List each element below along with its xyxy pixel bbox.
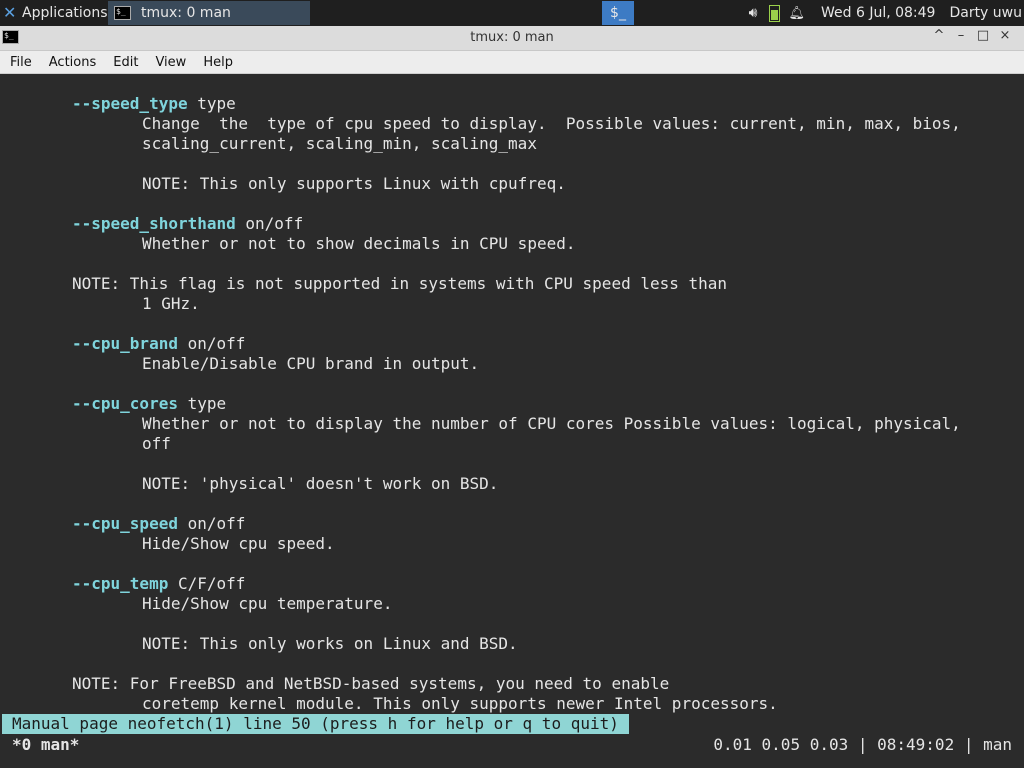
man-text-line: NOTE: This only works on Linux and BSD.	[142, 634, 518, 653]
man-option-line: --cpu_brand on/off	[72, 334, 245, 354]
menu-edit[interactable]: Edit	[103, 55, 145, 70]
terminal-area[interactable]: --speed_type type Change the type of cpu…	[2, 74, 1022, 768]
option-name: --cpu_cores	[72, 394, 178, 413]
menu-view[interactable]: View	[145, 55, 193, 70]
top-panel: ✕ Applications Ξ $_ tmux: 0 man $_ 🔊︎ 🔔︎…	[0, 0, 1024, 26]
option-name: --speed_shorthand	[72, 214, 236, 233]
man-option-line: --cpu_speed on/off	[72, 514, 245, 534]
workspace-switcher[interactable]: $_	[602, 1, 634, 25]
option-name: --cpu_speed	[72, 514, 178, 533]
menu-help[interactable]: Help	[193, 55, 240, 70]
man-text-line: coretemp kernel module. This only suppor…	[142, 694, 778, 713]
man-text-line: off	[142, 434, 171, 453]
man-option-line: --cpu_temp C/F/off	[72, 574, 245, 594]
maximize-button[interactable]: □	[972, 28, 994, 43]
option-name: --speed_type	[72, 94, 188, 113]
option-arg: on/off	[235, 214, 304, 233]
pager-status-line: Manual page neofetch(1) line 50 (press h…	[2, 714, 629, 734]
applications-label: Applications	[22, 5, 108, 21]
applications-menu[interactable]: ✕ Applications Ξ	[0, 0, 120, 26]
man-text-line: NOTE: 'physical' doesn't work on BSD.	[142, 474, 499, 493]
taskbar-button-tmux[interactable]: $_ tmux: 0 man	[108, 1, 310, 25]
shade-button[interactable]: ^	[928, 28, 950, 43]
terminal-icon: $_	[610, 5, 626, 21]
man-text-line: Whether or not to show decimals in CPU s…	[142, 234, 576, 253]
man-text-line: Whether or not to display the number of …	[142, 414, 961, 433]
man-text-line: scaling_current, scaling_min, scaling_ma…	[142, 134, 537, 153]
tmux-status-right: 0.01 0.05 0.03 | 08:49:02 | man	[713, 735, 1012, 754]
tmux-window-tab[interactable]: *0 man*	[12, 734, 79, 756]
xfce-icon: ✕	[3, 3, 17, 22]
man-text-line: Change the type of cpu speed to display.…	[142, 114, 961, 133]
menu-actions[interactable]: Actions	[39, 55, 104, 70]
menu-bar: File Actions Edit View Help	[0, 51, 1024, 74]
man-text-line: 1 GHz.	[142, 294, 200, 313]
option-arg: type	[187, 94, 236, 113]
option-arg: on/off	[177, 334, 246, 353]
terminal-icon: $_	[114, 6, 131, 20]
tmux-status-bar: *0 man* 0.01 0.05 0.03 | 08:49:02 | man	[2, 734, 1022, 756]
man-text-line: NOTE: This flag is not supported in syst…	[72, 274, 728, 293]
pager-status-text: Manual page neofetch(1) line 50 (press h…	[12, 714, 619, 733]
man-text-line: NOTE: For FreeBSD and NetBSD-based syste…	[72, 674, 670, 693]
close-button[interactable]: ×	[994, 28, 1016, 43]
option-arg: C/F/off	[168, 574, 246, 593]
volume-icon[interactable]: 🔊︎	[749, 5, 758, 21]
man-text-line: Hide/Show cpu speed.	[142, 534, 335, 553]
menu-file[interactable]: File	[0, 55, 39, 70]
man-text-line: Enable/Disable CPU brand in output.	[142, 354, 480, 373]
option-arg: type	[177, 394, 227, 413]
system-tray: 🔊︎ 🔔︎ Wed 6 Jul, 08:49 Darty uwu	[741, 0, 1024, 26]
option-arg: on/off	[177, 514, 246, 533]
man-text-line: NOTE: This only supports Linux with cpuf…	[142, 174, 566, 193]
man-option-line: --speed_type type	[72, 94, 236, 114]
man-text-line: Hide/Show cpu temperature.	[142, 594, 393, 613]
user-menu[interactable]: Darty uwu	[949, 5, 1022, 21]
man-option-line: --cpu_cores type	[72, 394, 226, 414]
window-titlebar[interactable]: $_ tmux: 0 man ^ – □ ×	[0, 26, 1024, 51]
man-option-line: --speed_shorthand on/off	[72, 214, 303, 234]
bell-icon[interactable]: 🔔︎	[788, 6, 805, 21]
minimize-button[interactable]: –	[950, 28, 972, 43]
clock[interactable]: Wed 6 Jul, 08:49	[821, 5, 935, 21]
taskbar-label: tmux: 0 man	[141, 5, 231, 21]
battery-icon[interactable]	[769, 4, 781, 22]
option-name: --cpu_brand	[72, 334, 178, 353]
option-name: --cpu_temp	[72, 574, 169, 593]
window-title: tmux: 0 man	[470, 30, 554, 45]
